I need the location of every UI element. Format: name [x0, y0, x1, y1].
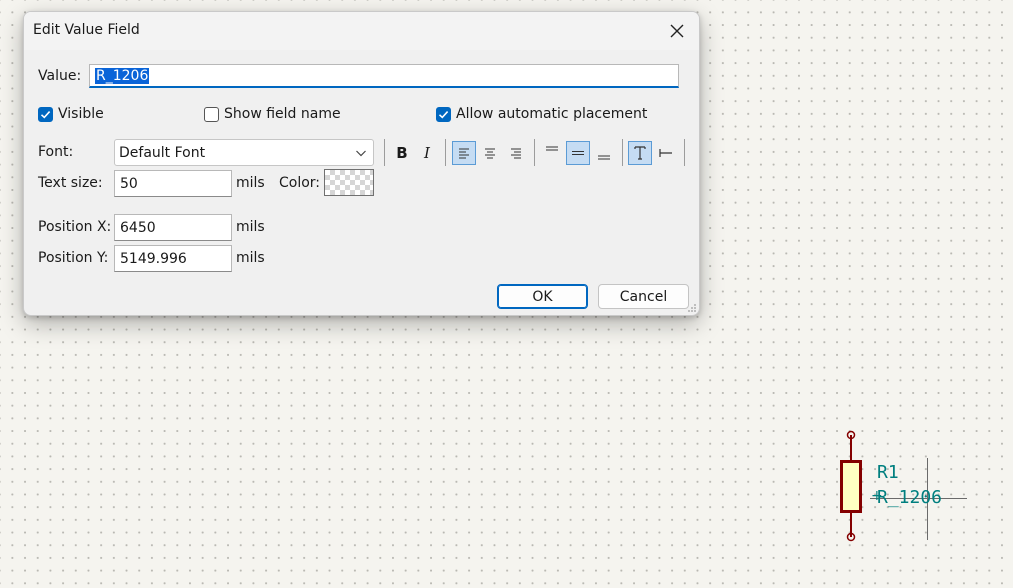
toolbar-separator: [684, 139, 685, 166]
title-bar[interactable]: Edit Value Field: [24, 12, 699, 50]
toolbar-separator: [622, 139, 623, 166]
orient-vertical-icon: [659, 149, 672, 157]
edit-value-field-dialog: Edit Value Field Value: R_1206 Visible S…: [23, 11, 700, 316]
font-dropdown-value: Default Font: [119, 145, 206, 161]
position-x-unit: mils: [236, 219, 265, 235]
align-right-button[interactable]: [504, 141, 528, 165]
value-field-text[interactable]: R_1206: [877, 487, 942, 508]
valign-bottom-icon: [598, 155, 610, 160]
allow-auto-placement-label: Allow automatic placement: [456, 106, 648, 122]
position-y-input[interactable]: 5149.996: [114, 245, 232, 272]
resistor-symbol[interactable]: [832, 426, 872, 546]
position-x-label: Position X:: [38, 219, 112, 235]
color-swatch[interactable]: [324, 169, 374, 196]
toolbar-separator: [534, 139, 535, 166]
auto-place-check-icon: [436, 106, 451, 122]
align-left-icon: [459, 148, 469, 159]
value-input-selected-text: R_1206: [95, 68, 150, 84]
text-size-unit: mils: [236, 175, 265, 191]
visible-label: Visible: [58, 106, 104, 122]
bold-icon: B: [396, 144, 408, 162]
field-anchor-icon: +: [871, 488, 883, 504]
show-field-name-label: Show field name: [224, 106, 341, 122]
cancel-button[interactable]: Cancel: [598, 284, 689, 309]
toolbar-separator: [445, 139, 446, 166]
close-icon: [670, 24, 684, 38]
text-size-label: Text size:: [38, 175, 103, 191]
align-right-icon: [511, 148, 521, 159]
visible-checkbox[interactable]: Visible: [38, 106, 104, 122]
orient-vertical-button[interactable]: [654, 141, 678, 165]
show-field-name-checkbox[interactable]: Show field name: [204, 106, 341, 122]
valign-center-icon: [572, 151, 584, 155]
align-center-button[interactable]: [478, 141, 502, 165]
ok-button[interactable]: OK: [497, 284, 588, 309]
dialog-title: Edit Value Field: [33, 22, 140, 38]
show-field-name-box-icon: [204, 106, 219, 122]
value-input[interactable]: R_1206: [89, 64, 679, 88]
valign-center-button[interactable]: [566, 141, 590, 165]
valign-bottom-button[interactable]: [592, 141, 616, 165]
position-y-label: Position Y:: [38, 250, 109, 266]
italic-button[interactable]: I: [415, 141, 439, 165]
visible-check-icon: [38, 106, 53, 122]
position-y-unit: mils: [236, 250, 265, 266]
align-center-icon: [485, 148, 495, 159]
font-dropdown[interactable]: Default Font: [114, 139, 374, 166]
bold-button[interactable]: B: [390, 141, 414, 165]
allow-auto-placement-checkbox[interactable]: Allow automatic placement: [436, 106, 647, 122]
resize-grip-icon[interactable]: [687, 303, 697, 313]
font-label: Font:: [38, 144, 74, 160]
orient-horizontal-icon: [634, 146, 646, 160]
italic-icon: I: [424, 144, 430, 162]
valign-top-icon: [546, 146, 558, 151]
chevron-down-icon: [356, 150, 366, 157]
value-label: Value:: [38, 68, 82, 84]
orient-horizontal-button[interactable]: [628, 141, 652, 165]
align-left-button[interactable]: [452, 141, 476, 165]
reference-designator[interactable]: R1: [877, 462, 899, 483]
color-label: Color:: [279, 175, 321, 191]
text-size-input[interactable]: 50: [114, 170, 232, 197]
valign-top-button[interactable]: [540, 141, 564, 165]
position-x-input[interactable]: 6450: [114, 214, 232, 241]
close-button[interactable]: [655, 12, 699, 50]
toolbar-separator: [384, 139, 385, 166]
